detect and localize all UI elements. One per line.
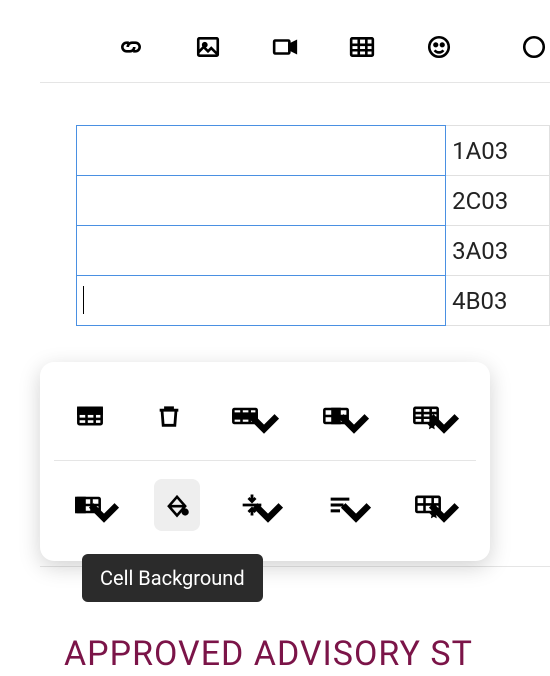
insert-column-button[interactable] <box>314 390 374 442</box>
table-style-button[interactable] <box>404 390 464 442</box>
cell[interactable]: 4B03 <box>446 276 550 326</box>
chevron-down-icon <box>428 501 460 529</box>
document-heading[interactable]: APPROVED ADVISORY ST <box>64 634 473 674</box>
horizontal-align-button[interactable] <box>318 479 376 531</box>
cell[interactable]: 1A03 <box>446 126 550 176</box>
emoji-icon[interactable] <box>422 30 455 64</box>
video-icon[interactable] <box>268 30 301 64</box>
delete-button[interactable] <box>145 390 194 442</box>
cell[interactable] <box>77 176 446 226</box>
image-icon[interactable] <box>191 30 224 64</box>
chevron-down-icon <box>338 412 370 440</box>
cell-background-button[interactable] <box>154 479 201 531</box>
cell[interactable]: 2C03 <box>446 176 550 226</box>
insert-row-button[interactable] <box>223 390 283 442</box>
divider <box>54 460 476 461</box>
chevron-down-icon <box>428 412 460 440</box>
data-table[interactable]: 1A03 2C03 3A03 4B03 <box>76 125 550 326</box>
table-icon[interactable] <box>345 30 378 64</box>
popup-row-2 <box>40 471 490 539</box>
tooltip: Cell Background <box>82 554 263 602</box>
table-row[interactable]: 1A03 <box>77 126 550 176</box>
editor-content[interactable]: 1A03 2C03 3A03 4B03 <box>0 83 550 326</box>
link-icon[interactable] <box>114 30 147 64</box>
table-row[interactable]: 4B03 <box>77 276 550 326</box>
popup-row-1 <box>40 382 490 450</box>
chevron-down-icon <box>340 501 372 529</box>
active-cell[interactable] <box>77 276 446 326</box>
cell-style-button[interactable] <box>406 479 464 531</box>
cell-split-button[interactable] <box>66 479 124 531</box>
vertical-align-button[interactable] <box>230 479 288 531</box>
cell[interactable] <box>77 126 446 176</box>
more-icon[interactable] <box>517 30 550 64</box>
table-row[interactable]: 3A03 <box>77 226 550 276</box>
chevron-down-icon <box>252 501 284 529</box>
text-cursor <box>83 286 84 314</box>
table-row[interactable]: 2C03 <box>77 176 550 226</box>
chevron-down-icon <box>248 412 280 440</box>
chevron-down-icon <box>88 501 120 529</box>
table-tools-popup <box>40 362 490 561</box>
cell[interactable]: 3A03 <box>446 226 550 276</box>
editor-toolbar <box>40 0 550 83</box>
table-header-button[interactable] <box>66 390 115 442</box>
cell[interactable] <box>77 226 446 276</box>
